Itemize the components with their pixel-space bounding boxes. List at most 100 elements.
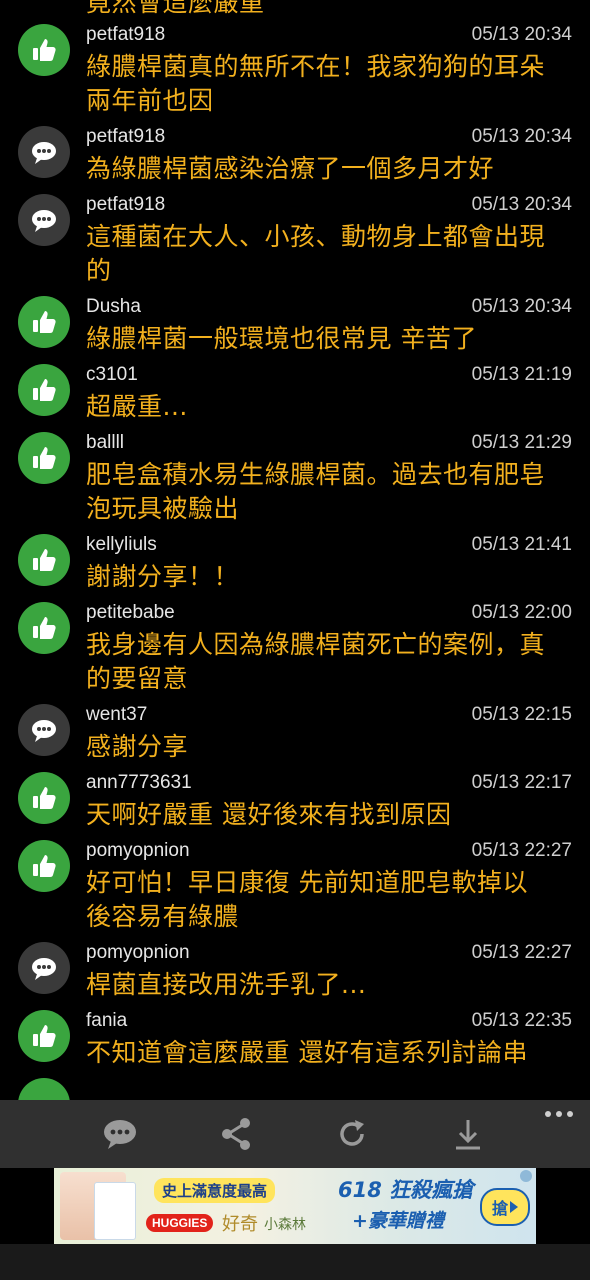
share-button[interactable] bbox=[216, 1114, 256, 1154]
comment-time: 05/13 22:17 bbox=[471, 772, 572, 793]
comment-time: 05/13 20:34 bbox=[471, 194, 572, 215]
chat-bubble-icon bbox=[32, 958, 56, 980]
comment-text-line: 超嚴重... bbox=[86, 392, 188, 421]
ad-info-icon[interactable] bbox=[520, 1170, 532, 1182]
chat-bubble-icon bbox=[32, 210, 56, 232]
comment-text: 綠膿桿菌一般環境也很常見 辛苦了 bbox=[86, 322, 576, 356]
comment-row: c3101 05/13 21:19 超嚴重... bbox=[0, 362, 590, 430]
more-icon bbox=[545, 1111, 573, 1117]
comment-text-line: 謝謝分享！！ bbox=[86, 562, 240, 591]
neutral-badge bbox=[18, 194, 70, 246]
chat-bubble-icon bbox=[32, 142, 56, 164]
thumbs-up-icon bbox=[33, 311, 56, 333]
comment-username[interactable]: petfat918 bbox=[86, 192, 165, 218]
comment-time: 05/13 22:27 bbox=[471, 840, 572, 861]
comment-time: 05/13 22:27 bbox=[471, 942, 572, 963]
refresh-button[interactable] bbox=[332, 1114, 372, 1154]
comment-username[interactable]: went37 bbox=[86, 702, 147, 728]
comment-text-line: 為綠膿桿菌感染治療了一個多月才好 bbox=[86, 154, 495, 183]
comment-row: ann7773631 05/13 22:17 天啊好嚴重 還好後來有找到原因 bbox=[0, 770, 590, 838]
neutral-badge bbox=[18, 126, 70, 178]
download-icon bbox=[456, 1120, 480, 1150]
comment-username[interactable]: petfat918 bbox=[86, 22, 165, 48]
comment-text: 肥皂盒積水易生綠膿桿菌。過去也有肥皂 泡玩具被驗出 bbox=[86, 458, 576, 526]
comment-text-line: 的要留意 bbox=[86, 664, 189, 693]
product-pack-image bbox=[94, 1182, 136, 1240]
comment-username[interactable]: c3101 bbox=[86, 362, 138, 388]
comment-time: 05/13 22:15 bbox=[471, 704, 572, 725]
promo-line-2: +豪華贈禮 bbox=[352, 1210, 444, 1232]
comment-username[interactable]: ballll bbox=[86, 430, 124, 456]
push-badge bbox=[18, 432, 70, 484]
push-badge bbox=[18, 840, 70, 892]
comment-time: 05/13 21:29 bbox=[471, 432, 572, 453]
comment-icon bbox=[104, 1120, 136, 1149]
bottom-strip bbox=[0, 1244, 590, 1280]
chat-bubble-icon bbox=[32, 720, 56, 742]
comment-row: pomyopnion 05/13 22:27 桿菌直接改用洗手乳了... bbox=[0, 940, 590, 1008]
comment-row: petfat918 05/13 20:34 為綠膿桿菌感染治療了一個多月才好 bbox=[0, 124, 590, 192]
comment-text-line: 綠膿桿菌一般環境也很常見 辛苦了 bbox=[86, 324, 477, 353]
neutral-badge bbox=[18, 704, 70, 756]
ad-headline: 史上滿意度最高 bbox=[154, 1178, 276, 1203]
comment-username[interactable]: fania bbox=[86, 1008, 127, 1034]
comment-row: petfat918 05/13 20:34 這種菌在大人、小孩、動物身上都會出現的 bbox=[0, 192, 590, 294]
push-badge bbox=[18, 602, 70, 654]
promo-line-1: 618 狂殺瘋搶 bbox=[338, 1178, 474, 1202]
download-button[interactable] bbox=[448, 1114, 488, 1154]
comment-time: 05/13 20:34 bbox=[471, 24, 572, 45]
ad-banner[interactable]: 史上滿意度最高 HUGGIES 好奇 小森林 618 狂殺瘋搶 +豪華贈禮 搶 bbox=[54, 1168, 536, 1244]
comment-username[interactable]: pomyopnion bbox=[86, 940, 190, 966]
comment-text-line: 好可怕！早日康復 先前知道肥皂軟掉以 bbox=[86, 868, 528, 897]
comment-text-line: 泡玩具被驗出 bbox=[86, 494, 240, 523]
comment-row: petitebabe 05/13 22:00 我身邊有人因為綠膿桿菌死亡的案例，真的… bbox=[0, 600, 590, 702]
comment-text-line: 後容易有綠膿 bbox=[86, 902, 240, 931]
comment-text-line: 這種菌在大人、小孩、動物身上都會出現 bbox=[86, 222, 546, 251]
brand-name-cn: 好奇 bbox=[222, 1214, 258, 1235]
comment-time: 05/13 22:00 bbox=[471, 602, 572, 623]
comment-time: 05/13 20:34 bbox=[471, 296, 572, 317]
partial-comment-text: 竟然會這麼嚴重 bbox=[86, 0, 265, 17]
comment-text: 我身邊有人因為綠膿桿菌死亡的案例，真 的要留意 bbox=[86, 628, 576, 696]
comment-username[interactable]: ann7773631 bbox=[86, 770, 192, 796]
refresh-icon bbox=[340, 1120, 364, 1146]
comment-text: 超嚴重... bbox=[86, 390, 576, 424]
comment-username[interactable]: Dusha bbox=[86, 294, 141, 320]
comment-text-line: 感謝分享 bbox=[86, 732, 189, 761]
thumbs-up-icon bbox=[33, 787, 56, 809]
bottom-toolbar bbox=[0, 1100, 590, 1168]
comment-text: 不知道會這麼嚴重 還好有這系列討論串 bbox=[86, 1036, 576, 1070]
comment-username[interactable]: kellyliuls bbox=[86, 532, 157, 558]
thumbs-up-icon bbox=[33, 855, 56, 877]
push-badge bbox=[18, 772, 70, 824]
comment-row: went37 05/13 22:15 感謝分享 bbox=[0, 702, 590, 770]
thumbs-up-icon bbox=[33, 447, 56, 469]
comment-row: Dusha 05/13 20:34 綠膿桿菌一般環境也很常見 辛苦了 bbox=[0, 294, 590, 362]
comment-text-line: 綠膿桿菌真的無所不在！我家狗狗的耳朵 bbox=[86, 52, 546, 81]
comment-text: 綠膿桿菌真的無所不在！我家狗狗的耳朵 兩年前也因 bbox=[86, 50, 576, 118]
comment-row: petfat918 05/13 20:34 綠膿桿菌真的無所不在！我家狗狗的耳朵 兩年… bbox=[0, 22, 590, 124]
comment-time: 05/13 21:41 bbox=[471, 534, 572, 555]
thumbs-up-icon bbox=[33, 39, 56, 61]
neutral-badge bbox=[18, 942, 70, 994]
comment-text: 為綠膿桿菌感染治療了一個多月才好 bbox=[86, 152, 576, 186]
comment-button[interactable] bbox=[100, 1114, 140, 1154]
comment-text-line: 的 bbox=[86, 256, 112, 285]
push-badge bbox=[18, 1078, 70, 1100]
comment-text: 桿菌直接改用洗手乳了... bbox=[86, 968, 576, 1002]
comment-row: fania 05/13 22:35 不知道會這麼嚴重 還好有這系列討論串 bbox=[0, 1008, 590, 1076]
comment-username[interactable]: petitebabe bbox=[86, 600, 175, 626]
thumbs-up-icon bbox=[33, 379, 56, 401]
comment-feed[interactable]: 竟然會這麼嚴重 petfat918 05/13 20:34 綠膿桿菌真的無所不在！我… bbox=[0, 0, 590, 1100]
comment-text-line: 不知道會這麼嚴重 還好有這系列討論串 bbox=[86, 1038, 528, 1067]
comment-text-line: 天啊好嚴重 還好後來有找到原因 bbox=[86, 800, 452, 829]
push-badge bbox=[18, 364, 70, 416]
more-button[interactable] bbox=[542, 1104, 576, 1124]
ad-cta-button[interactable]: 搶 bbox=[480, 1188, 530, 1226]
comment-text: 天啊好嚴重 還好後來有找到原因 bbox=[86, 798, 576, 832]
comment-username[interactable]: pomyopnion bbox=[86, 838, 190, 864]
comment-text-line: 兩年前也因 bbox=[86, 86, 214, 115]
comment-username[interactable]: petfat918 bbox=[86, 124, 165, 150]
comment-time: 05/13 21:19 bbox=[471, 364, 572, 385]
comment-text-line: 我身邊有人因為綠膿桿菌死亡的案例，真 bbox=[86, 630, 546, 659]
